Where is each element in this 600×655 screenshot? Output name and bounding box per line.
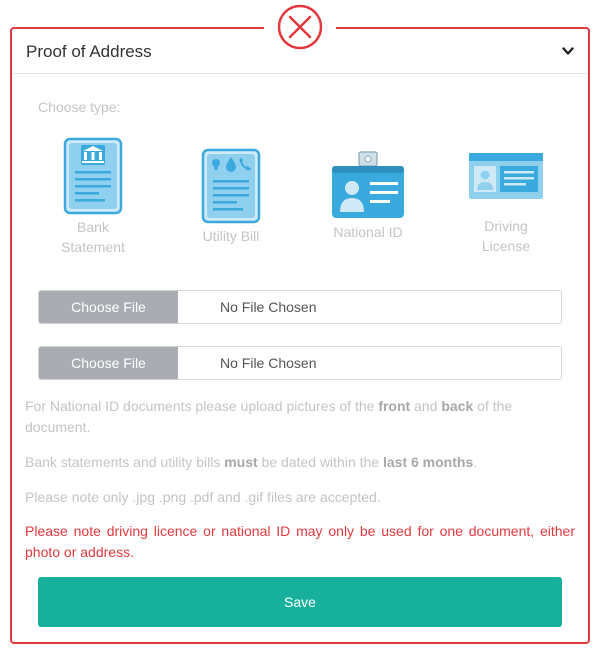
note-text: For National ID documents please upload … [25,398,379,414]
warning-note: Please note driving licence or national … [25,523,575,560]
panel-title: Proof of Address [26,42,152,61]
file-input[interactable]: Choose File No File Chosen [38,290,562,324]
file-status: No File Chosen [220,299,317,315]
panel-header[interactable]: Proof of Address [12,29,588,74]
national-id-icon [332,151,404,218]
date-requirement-note: Bank statements and utility bills must b… [25,452,575,473]
note-emphasis: last 6 months [382,454,474,470]
note-text: . [473,454,478,470]
note-emphasis: front [378,398,411,414]
doc-type-label: Utility Bill [202,228,260,244]
doc-type-national-id[interactable]: National ID [318,150,418,242]
note-text: Bank statements and utility bills [25,454,225,470]
doc-type-label: Driving License [481,218,531,254]
doc-type-driving-license[interactable]: Driving License [460,152,552,256]
file-status: No File Chosen [220,355,317,371]
choose-file-button[interactable]: Choose File [39,291,178,323]
note-emphasis: back [441,398,474,414]
note-text: be dated within the [257,454,383,470]
choose-type-label: Choose type: [38,99,121,115]
chevron-down-icon[interactable] [562,47,574,56]
choose-file-button[interactable]: Choose File [39,347,178,379]
file-format-note: Please note only .jpg .png .pdf and .gif… [25,489,381,505]
driving-license-icon [469,153,543,199]
file-input[interactable]: Choose File No File Chosen [38,346,562,380]
note-text: and [410,398,442,414]
note-emphasis: must [224,454,258,470]
doc-type-label: National ID [333,224,403,240]
utility-bill-icon [201,148,261,224]
national-id-note: For National ID documents please upload … [25,396,575,438]
doc-type-utility-bill[interactable]: Utility Bill [190,148,272,246]
doc-type-bank-statement[interactable]: Bank Statement [52,137,134,257]
doc-type-label: Bank Statement [61,219,125,255]
bank-statement-icon [63,137,123,215]
save-button[interactable]: Save [38,577,562,627]
